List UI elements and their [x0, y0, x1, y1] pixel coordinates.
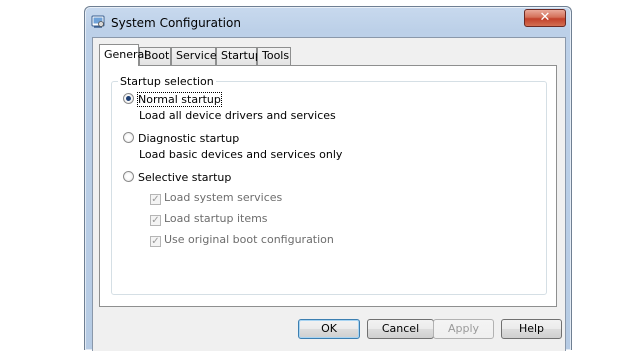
use-original-boot-config-label: Use original boot configuration [164, 233, 334, 246]
tab-services[interactable]: Services [171, 47, 222, 65]
tab-general[interactable]: General [99, 44, 147, 66]
load-startup-items-label: Load startup items [164, 212, 268, 225]
general-tab-panel: Startup selection Normal startup Load al… [99, 65, 557, 307]
system-config-icon [91, 15, 105, 29]
system-configuration-window: System Configuration ✕ General Boot Serv… [84, 6, 572, 351]
close-icon: ✕ [539, 10, 551, 25]
load-system-services-checkbox[interactable]: ✓ Load system services [150, 191, 282, 205]
radio-unselected-icon [123, 132, 134, 143]
dialog-client-area: General Boot Services Startup Tools Star… [92, 37, 566, 351]
cancel-button[interactable]: Cancel [367, 319, 434, 339]
diagnostic-startup-radio[interactable]: Diagnostic startup [123, 132, 239, 146]
diagnostic-startup-label: Diagnostic startup [138, 132, 240, 145]
normal-startup-label: Normal startup [137, 92, 222, 107]
radio-unselected-icon [123, 171, 134, 182]
checkmark-icon: ✓ [150, 194, 161, 205]
selective-startup-radio[interactable]: Selective startup [123, 171, 231, 185]
load-system-services-label: Load system services [164, 191, 283, 204]
help-button[interactable]: Help [501, 319, 562, 339]
normal-startup-radio[interactable]: Normal startup [123, 92, 222, 107]
title-bar[interactable]: System Configuration ✕ [85, 7, 571, 35]
tab-startup[interactable]: Startup [216, 47, 262, 65]
selective-startup-label: Selective startup [138, 171, 232, 184]
load-startup-items-checkbox[interactable]: ✓ Load startup items [150, 212, 268, 226]
ok-button[interactable]: OK [298, 319, 360, 339]
normal-startup-description: Load all device drivers and services [139, 109, 336, 122]
checkmark-icon: ✓ [150, 236, 161, 247]
radio-selected-icon [123, 93, 134, 104]
checkmark-icon: ✓ [150, 215, 161, 226]
group-title: Startup selection [118, 75, 216, 88]
close-button[interactable]: ✕ [524, 9, 566, 27]
startup-selection-group: Startup selection Normal startup Load al… [111, 75, 547, 295]
use-original-boot-config-checkbox[interactable]: ✓ Use original boot configuration [150, 233, 334, 247]
diagnostic-startup-description: Load basic devices and services only [139, 148, 343, 161]
apply-button[interactable]: Apply [433, 319, 494, 339]
window-title: System Configuration [111, 16, 241, 30]
tab-tools[interactable]: Tools [257, 47, 291, 65]
